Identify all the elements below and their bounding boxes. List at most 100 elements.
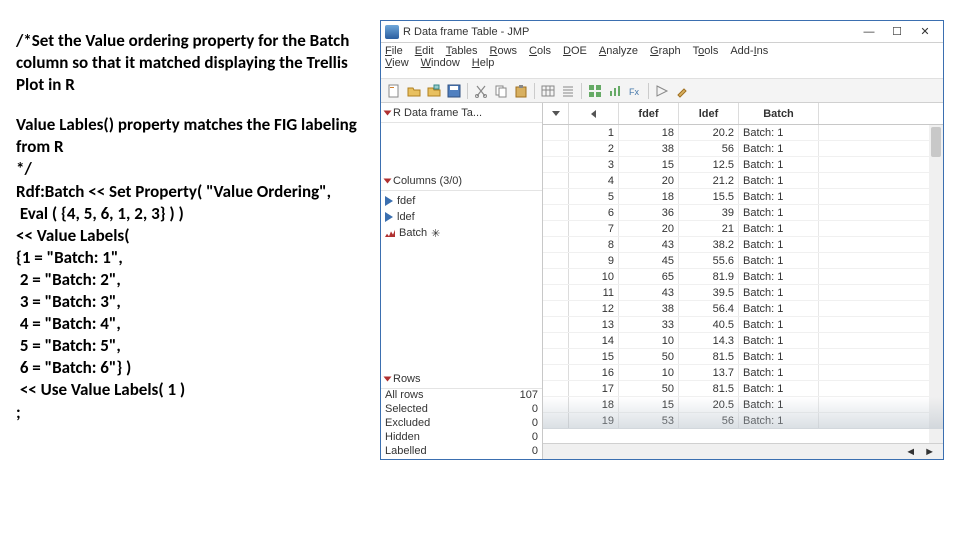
row-selector[interactable] <box>543 237 569 252</box>
col-header-fdef[interactable]: fdef <box>619 103 679 124</box>
toolbar-brush-icon[interactable] <box>673 82 691 100</box>
menu-cols[interactable]: Cols <box>529 45 551 57</box>
cell-ldef[interactable]: 56 <box>679 413 739 428</box>
row-selector[interactable] <box>543 205 569 220</box>
toolbar-arrow-icon[interactable] <box>653 82 671 100</box>
grid-corner[interactable] <box>543 103 569 124</box>
toolbar-cut-icon[interactable] <box>472 82 490 100</box>
toolbar-save-icon[interactable] <box>445 82 463 100</box>
row-header-corner[interactable] <box>569 103 619 124</box>
cell-ldef[interactable]: 21.2 <box>679 173 739 188</box>
row-selector[interactable] <box>543 141 569 156</box>
table-row[interactable]: 72021Batch: 1 <box>543 221 943 237</box>
cell-fdef[interactable]: 43 <box>619 285 679 300</box>
cell-fdef[interactable]: 20 <box>619 173 679 188</box>
cell-fdef[interactable]: 10 <box>619 365 679 380</box>
hscroll-right-icon[interactable]: ► <box>924 446 935 458</box>
cell-ldef[interactable]: 12.5 <box>679 157 739 172</box>
menu-rows[interactable]: Rows <box>490 45 518 57</box>
cell-fdef[interactable]: 38 <box>619 301 679 316</box>
cell-fdef[interactable]: 36 <box>619 205 679 220</box>
cell-batch[interactable]: Batch: 1 <box>739 157 819 172</box>
menu-help[interactable]: Help <box>472 57 495 69</box>
menu-doe[interactable]: DOE <box>563 45 587 57</box>
toolbar-paste-icon[interactable] <box>512 82 530 100</box>
cell-ldef[interactable]: 38.2 <box>679 237 739 252</box>
maximize-button[interactable]: ☐ <box>883 24 911 40</box>
toolbar-open2-icon[interactable] <box>425 82 443 100</box>
table-row[interactable]: 51815.5Batch: 1 <box>543 189 943 205</box>
cell-batch[interactable]: Batch: 1 <box>739 253 819 268</box>
row-selector[interactable] <box>543 301 569 316</box>
cell-fdef[interactable]: 50 <box>619 349 679 364</box>
row-selector[interactable] <box>543 173 569 188</box>
cell-ldef[interactable]: 81.5 <box>679 349 739 364</box>
menu-window[interactable]: Window <box>421 57 460 69</box>
row-selector[interactable] <box>543 381 569 396</box>
table-row[interactable]: 195356Batch: 1 <box>543 413 943 429</box>
cell-batch[interactable]: Batch: 1 <box>739 125 819 140</box>
cell-ldef[interactable]: 40.5 <box>679 317 739 332</box>
cell-fdef[interactable]: 53 <box>619 413 679 428</box>
table-row[interactable]: 94555.6Batch: 1 <box>543 253 943 269</box>
cell-batch[interactable]: Batch: 1 <box>739 221 819 236</box>
column-item[interactable]: Batch ✳ <box>385 225 538 241</box>
cell-fdef[interactable]: 38 <box>619 141 679 156</box>
row-selector[interactable] <box>543 349 569 364</box>
cell-ldef[interactable]: 21 <box>679 221 739 236</box>
columns-panel-header[interactable]: Columns (3/0) <box>381 171 542 191</box>
cell-ldef[interactable]: 20.2 <box>679 125 739 140</box>
row-selector[interactable] <box>543 317 569 332</box>
cell-batch[interactable]: Batch: 1 <box>739 317 819 332</box>
cell-ldef[interactable]: 39 <box>679 205 739 220</box>
menu-tools[interactable]: Tools <box>693 45 719 57</box>
minimize-button[interactable]: — <box>855 24 883 40</box>
row-selector[interactable] <box>543 221 569 236</box>
close-button[interactable]: ✕ <box>911 24 939 40</box>
table-row[interactable]: 181520.5Batch: 1 <box>543 397 943 413</box>
cell-fdef[interactable]: 43 <box>619 237 679 252</box>
cell-fdef[interactable]: 45 <box>619 253 679 268</box>
table-row[interactable]: 123856.4Batch: 1 <box>543 301 943 317</box>
row-selector[interactable] <box>543 269 569 284</box>
cell-ldef[interactable]: 14.3 <box>679 333 739 348</box>
cell-fdef[interactable]: 65 <box>619 269 679 284</box>
cell-ldef[interactable]: 20.5 <box>679 397 739 412</box>
toolbar-list-icon[interactable] <box>559 82 577 100</box>
cell-fdef[interactable]: 10 <box>619 333 679 348</box>
cell-batch[interactable]: Batch: 1 <box>739 189 819 204</box>
row-selector[interactable] <box>543 413 569 428</box>
row-selector[interactable] <box>543 397 569 412</box>
cell-batch[interactable]: Batch: 1 <box>739 301 819 316</box>
row-selector[interactable] <box>543 333 569 348</box>
toolbar-grid-icon[interactable] <box>586 82 604 100</box>
toolbar-copy-icon[interactable] <box>492 82 510 100</box>
cell-fdef[interactable]: 50 <box>619 381 679 396</box>
table-row[interactable]: 141014.3Batch: 1 <box>543 333 943 349</box>
row-selector[interactable] <box>543 157 569 172</box>
table-row[interactable]: 133340.5Batch: 1 <box>543 317 943 333</box>
cell-ldef[interactable]: 15.5 <box>679 189 739 204</box>
table-row[interactable]: 175081.5Batch: 1 <box>543 381 943 397</box>
table-row[interactable]: 42021.2Batch: 1 <box>543 173 943 189</box>
cell-ldef[interactable]: 81.5 <box>679 381 739 396</box>
cell-batch[interactable]: Batch: 1 <box>739 173 819 188</box>
cell-batch[interactable]: Batch: 1 <box>739 413 819 428</box>
cell-fdef[interactable]: 18 <box>619 189 679 204</box>
table-row[interactable]: 31512.5Batch: 1 <box>543 157 943 173</box>
cell-fdef[interactable]: 33 <box>619 317 679 332</box>
hscroll-left-icon[interactable]: ◄ <box>905 446 916 458</box>
menu-analyze[interactable]: Analyze <box>599 45 638 57</box>
cell-batch[interactable]: Batch: 1 <box>739 349 819 364</box>
table-panel-header[interactable]: R Data frame Ta... <box>381 103 542 123</box>
table-row[interactable]: 63639Batch: 1 <box>543 205 943 221</box>
cell-batch[interactable]: Batch: 1 <box>739 237 819 252</box>
cell-ldef[interactable]: 55.6 <box>679 253 739 268</box>
cell-fdef[interactable]: 15 <box>619 397 679 412</box>
toolbar-new-icon[interactable] <box>385 82 403 100</box>
table-row[interactable]: 11820.2Batch: 1 <box>543 125 943 141</box>
row-selector[interactable] <box>543 253 569 268</box>
rows-panel-header[interactable]: Rows <box>381 369 542 389</box>
cell-ldef[interactable]: 81.9 <box>679 269 739 284</box>
col-header-ldef[interactable]: ldef <box>679 103 739 124</box>
